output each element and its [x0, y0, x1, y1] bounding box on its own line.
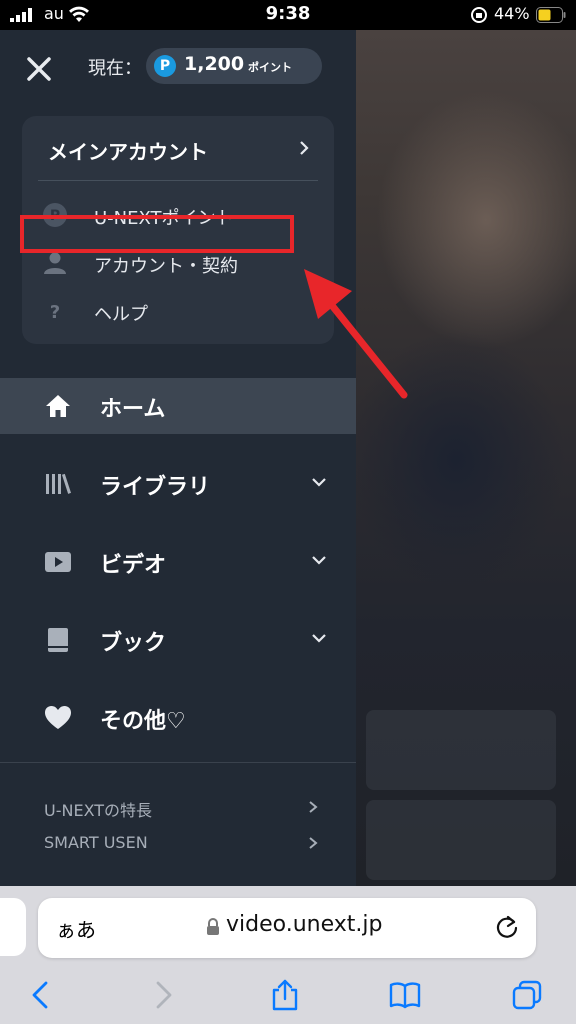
nav-label: ブック: [100, 631, 167, 656]
points-unit: ポイント: [248, 61, 292, 74]
background-page: [356, 30, 576, 886]
text-size-button[interactable]: ぁあ: [56, 914, 96, 943]
background-card: [366, 800, 556, 880]
nav-item-others[interactable]: その他♡: [0, 690, 356, 746]
main-account-title: メインアカウント: [48, 140, 208, 164]
reload-icon[interactable]: [494, 914, 520, 940]
library-icon: [46, 473, 71, 494]
footer-link-label: U-NEXTの特長: [44, 801, 153, 820]
battery-icon: [536, 7, 566, 23]
divider: [0, 762, 356, 763]
nav-label: ホーム: [100, 397, 166, 422]
chevron-right-icon: [300, 141, 309, 155]
bookmarks-icon[interactable]: [388, 978, 422, 1012]
nav-label: その他♡: [100, 709, 186, 734]
nav-item-library[interactable]: ライブラリ: [0, 456, 356, 512]
home-icon: [46, 395, 70, 417]
chevron-down-icon: [312, 556, 326, 565]
forward-icon[interactable]: [146, 978, 180, 1012]
tabs-icon[interactable]: [510, 978, 544, 1012]
account-item-help[interactable]: ? ヘルプ: [22, 288, 334, 334]
help-icon: ?: [50, 302, 60, 323]
rotation-lock-icon: [471, 7, 487, 23]
highlight-box: [20, 215, 294, 253]
previous-tab-preview[interactable]: [0, 898, 26, 956]
status-bar: au 9:38 44%: [0, 0, 576, 30]
footer-link-features[interactable]: U-NEXTの特長: [0, 792, 356, 822]
lock-icon: [207, 918, 219, 935]
side-drawer: 現在： P 1,200 ポイント メインアカウント P U-NEXTポイント ア…: [0, 30, 356, 886]
nav-item-video[interactable]: ビデオ: [0, 534, 356, 590]
arrow-annotation: [304, 269, 408, 399]
points-balance[interactable]: P 1,200 ポイント: [146, 48, 322, 84]
video-icon: [45, 552, 71, 572]
share-icon[interactable]: [268, 978, 302, 1012]
close-icon[interactable]: [22, 52, 56, 86]
heart-icon: [45, 706, 71, 729]
footer-link-label: SMART USEN: [44, 833, 148, 852]
nav-label: ビデオ: [100, 553, 167, 578]
browser-toolbar: ぁあ video.unext.jp: [0, 886, 576, 1024]
nav-label: ライブラリ: [100, 475, 211, 500]
divider: [38, 180, 318, 181]
person-icon: [44, 252, 66, 274]
book-icon: [48, 628, 68, 652]
account-item-label: ヘルプ: [94, 304, 148, 325]
svg-text:?: ?: [50, 302, 60, 323]
clock: 9:38: [265, 3, 311, 24]
account-item-label: アカウント・契約: [94, 256, 238, 277]
chevron-down-icon: [312, 634, 326, 643]
back-icon[interactable]: [24, 978, 58, 1012]
battery-percent: 44%: [494, 4, 530, 23]
points-label: 現在：: [88, 58, 142, 79]
points-amount: 1,200: [184, 53, 245, 75]
chevron-right-icon: [309, 801, 318, 813]
footer-link-smart-usen[interactable]: SMART USEN: [0, 828, 356, 858]
main-account-button[interactable]: メインアカウント: [22, 116, 334, 180]
url-text: video.unext.jp: [226, 912, 383, 937]
chevron-right-icon: [309, 837, 318, 849]
chevron-down-icon: [312, 478, 326, 487]
points-badge-icon: P: [154, 55, 176, 77]
nav-item-book[interactable]: ブック: [0, 612, 356, 668]
background-card: [366, 710, 556, 790]
address-bar[interactable]: ぁあ video.unext.jp: [38, 898, 536, 958]
